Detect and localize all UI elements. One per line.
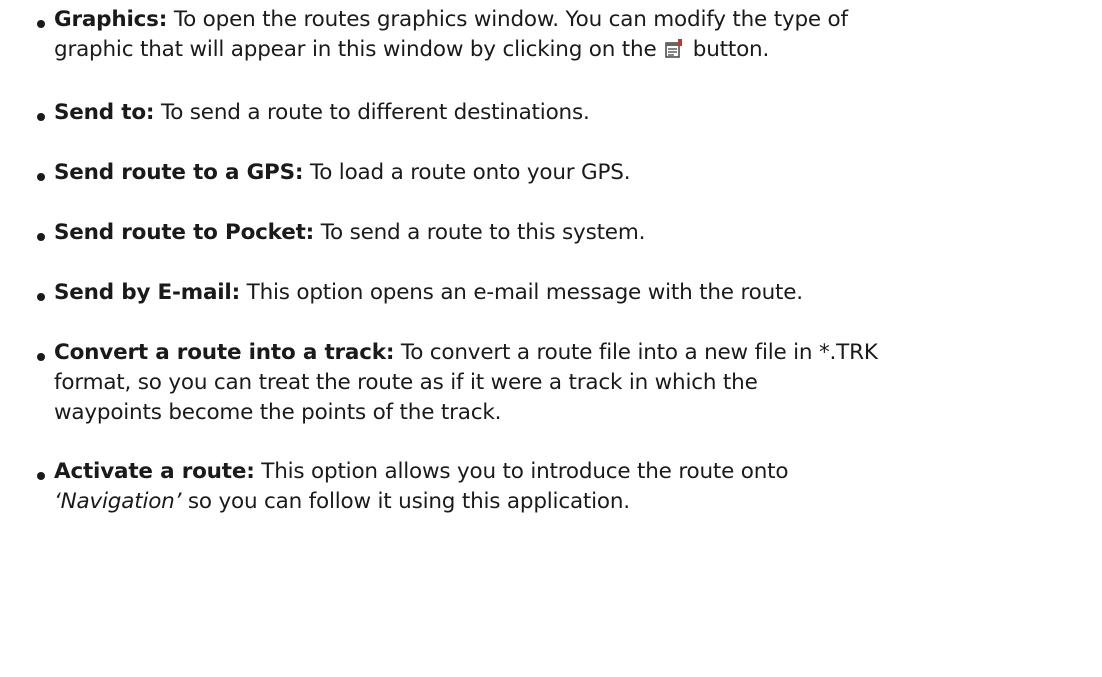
bullet-icon [37, 173, 45, 181]
term-graphics: Graphics: [54, 7, 168, 32]
description-convert-line3: waypoints become the points of the track… [54, 400, 502, 425]
description-convert-line1: To convert a route file into a new file … [400, 340, 878, 365]
description-send-route-to-pocket: To send a route to this system. [320, 220, 646, 245]
term-activate-route: Activate a route: [54, 459, 255, 484]
term-send-route-to-pocket: Send route to Pocket: [54, 220, 315, 245]
bullet-icon [37, 113, 45, 121]
description-send-by-email: This option opens an e-mail message with… [246, 280, 803, 305]
navigation-emphasis: ‘Navigation’ [54, 489, 182, 514]
description-graphics-after-icon: button. [692, 37, 770, 62]
term-convert-route-to-track: Convert a route into a track: [54, 340, 395, 365]
bullet-icon [37, 353, 45, 361]
bullet-icon [37, 293, 45, 301]
description-convert-line2: format, so you can treat the route as if… [54, 370, 758, 395]
description-activate-line2: so you can follow it using this applicat… [187, 489, 630, 514]
description-graphics-line1: To open the routes graphics window. You … [173, 7, 848, 32]
term-send-by-email: Send by E-mail: [54, 280, 240, 305]
bullet-icon [37, 20, 45, 28]
term-send-route-to-gps: Send route to a GPS: [54, 160, 304, 185]
description-activate-line1: This option allows you to introduce the … [261, 459, 789, 484]
bullet-icon [37, 472, 45, 480]
description-send-to: To send a route to different destination… [160, 100, 590, 125]
description-send-route-to-gps: To load a route onto your GPS. [309, 160, 631, 185]
bullet-icon [37, 233, 45, 241]
description-graphics-line2: graphic that will appear in this window … [54, 37, 657, 62]
term-send-to: Send to: [54, 100, 155, 125]
document-page: Graphics: To open the routes graphics wi… [0, 0, 1102, 677]
properties-icon [665, 39, 683, 58]
